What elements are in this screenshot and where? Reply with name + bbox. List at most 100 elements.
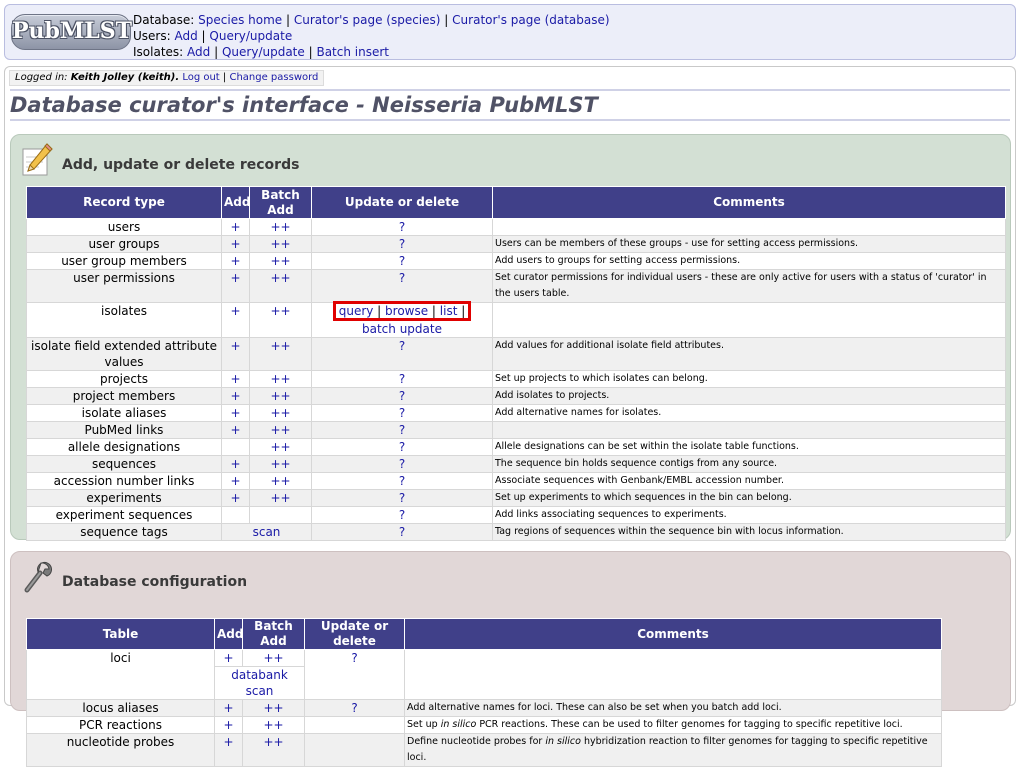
- batch-add-button[interactable]: ++: [270, 271, 290, 285]
- add-button[interactable]: +: [230, 457, 240, 471]
- users-query-update-link[interactable]: Query/update: [209, 29, 292, 43]
- batch-add-button[interactable]: ++: [270, 304, 290, 318]
- logout-link[interactable]: Log out: [182, 72, 219, 83]
- species-home-link[interactable]: Species home: [198, 13, 282, 27]
- table-row: sequence tags scan ? Tag regions of sequ…: [26, 523, 1006, 541]
- update-delete-link[interactable]: ?: [399, 220, 405, 234]
- batch-add-button[interactable]: ++: [263, 735, 283, 749]
- update-delete-link[interactable]: ?: [399, 237, 405, 251]
- comment: Set up in silico PCR reactions. These ca…: [404, 716, 942, 734]
- batch-add-button[interactable]: ++: [270, 339, 290, 353]
- update-delete-link[interactable]: ?: [399, 457, 405, 471]
- update-delete-link[interactable]: ?: [399, 440, 405, 454]
- add-button[interactable]: +: [230, 423, 240, 437]
- update-delete-link[interactable]: ?: [399, 372, 405, 386]
- add-button[interactable]: +: [230, 339, 240, 353]
- batch-add-button[interactable]: ++: [270, 372, 290, 386]
- add-button[interactable]: +: [223, 651, 233, 665]
- empty-cell: [221, 438, 250, 456]
- batch-update-link[interactable]: batch update: [362, 322, 442, 336]
- batch-add-button[interactable]: ++: [270, 491, 290, 505]
- col-batch-add: Batch Add: [242, 618, 305, 650]
- update-delete-link[interactable]: ?: [399, 491, 405, 505]
- empty-cell: [221, 506, 250, 524]
- record-type: isolates: [26, 302, 222, 338]
- comment: [492, 302, 1006, 338]
- query-link[interactable]: query: [339, 304, 374, 318]
- comment: Tag regions of sequences within the sequ…: [492, 523, 1006, 541]
- add-button[interactable]: +: [230, 237, 240, 251]
- record-type: user groups: [26, 235, 222, 253]
- add-button[interactable]: +: [223, 735, 233, 749]
- change-password-link[interactable]: Change password: [229, 72, 318, 83]
- batch-add-button[interactable]: ++: [270, 457, 290, 471]
- isolates-add-link[interactable]: Add: [187, 45, 210, 59]
- curators-page-database-link[interactable]: Curator's page (database): [452, 13, 609, 27]
- update-delete-link[interactable]: ?: [399, 423, 405, 437]
- add-button[interactable]: +: [230, 389, 240, 403]
- table-row: sequences + ++ ? The sequence bin holds …: [26, 455, 1006, 473]
- list-link[interactable]: list: [440, 304, 458, 318]
- empty-cell: [304, 716, 405, 734]
- add-button[interactable]: +: [230, 474, 240, 488]
- batch-add-button[interactable]: ++: [270, 254, 290, 268]
- batch-add-button[interactable]: ++: [263, 718, 283, 732]
- table-row: user group members + ++ ? Add users to g…: [26, 252, 1006, 270]
- users-nav: Users: Add | Query/update: [133, 29, 293, 43]
- isolates-query-update-link[interactable]: Query/update: [222, 45, 305, 59]
- pubmlst-logo[interactable]: PubMLST: [11, 14, 132, 50]
- login-bar: Logged in: Keith Jolley (keith). Log out…: [9, 70, 325, 86]
- page-title: Database curator's interface - Neisseria…: [10, 91, 1010, 121]
- update-delete-link[interactable]: ?: [399, 525, 405, 539]
- update-delete-link[interactable]: ?: [399, 339, 405, 353]
- add-button[interactable]: +: [230, 304, 240, 318]
- update-delete-link[interactable]: ?: [399, 508, 405, 522]
- table-row: loci + ++ ?: [26, 649, 942, 700]
- records-table-header: Record type Add Batch Add Update or dele…: [26, 186, 1006, 219]
- batch-add-button[interactable]: ++: [270, 474, 290, 488]
- add-button[interactable]: +: [230, 271, 240, 285]
- record-type: sequences: [26, 455, 222, 473]
- record-type: project members: [26, 387, 222, 405]
- record-type: users: [26, 218, 222, 236]
- update-delete-link[interactable]: ?: [399, 254, 405, 268]
- record-type: isolate aliases: [26, 404, 222, 422]
- add-button[interactable]: +: [223, 701, 233, 715]
- batch-add-button[interactable]: ++: [270, 423, 290, 437]
- records-panel: Add, update or delete records Record typ…: [10, 134, 1011, 541]
- batch-add-button[interactable]: ++: [263, 701, 283, 715]
- batch-add-button[interactable]: ++: [270, 220, 290, 234]
- update-delete-link[interactable]: ?: [351, 651, 357, 665]
- batch-add-button[interactable]: ++: [270, 406, 290, 420]
- add-button[interactable]: +: [230, 372, 240, 386]
- table-row: isolates + ++ query | browse | list | ba…: [26, 301, 1006, 338]
- curators-page-species-link[interactable]: Curator's page (species): [294, 13, 441, 27]
- comment: Set curator permissions for individual u…: [492, 269, 1006, 303]
- update-delete-link[interactable]: ?: [399, 474, 405, 488]
- users-add-link[interactable]: Add: [174, 29, 197, 43]
- batch-add-button[interactable]: ++: [270, 389, 290, 403]
- database-nav: Database: Species home | Curator's page …: [133, 13, 610, 27]
- databank-scan-link[interactable]: databank scan: [231, 668, 288, 698]
- add-button[interactable]: +: [230, 491, 240, 505]
- comment-em: in silico: [545, 736, 581, 747]
- batch-add-button[interactable]: ++: [270, 237, 290, 251]
- update-delete-link[interactable]: ?: [399, 271, 405, 285]
- record-type: projects: [26, 370, 222, 388]
- add-button[interactable]: +: [230, 406, 240, 420]
- table-row: projects + ++ ? Set up projects to which…: [26, 370, 1006, 388]
- add-button[interactable]: +: [223, 718, 233, 732]
- update-delete-link[interactable]: ?: [399, 406, 405, 420]
- col-add: Add: [214, 618, 243, 650]
- add-button[interactable]: +: [230, 254, 240, 268]
- add-button[interactable]: +: [230, 220, 240, 234]
- isolates-batch-insert-link[interactable]: Batch insert: [316, 45, 389, 59]
- update-delete-link[interactable]: ?: [399, 389, 405, 403]
- batch-add-button[interactable]: ++: [263, 651, 283, 665]
- col-add: Add: [221, 186, 250, 219]
- scan-link[interactable]: scan: [253, 525, 281, 539]
- browse-link[interactable]: browse: [385, 304, 428, 318]
- batch-add-button[interactable]: ++: [270, 440, 290, 454]
- update-delete-link[interactable]: ?: [351, 701, 357, 715]
- record-type: isolate field extended attribute values: [26, 337, 222, 371]
